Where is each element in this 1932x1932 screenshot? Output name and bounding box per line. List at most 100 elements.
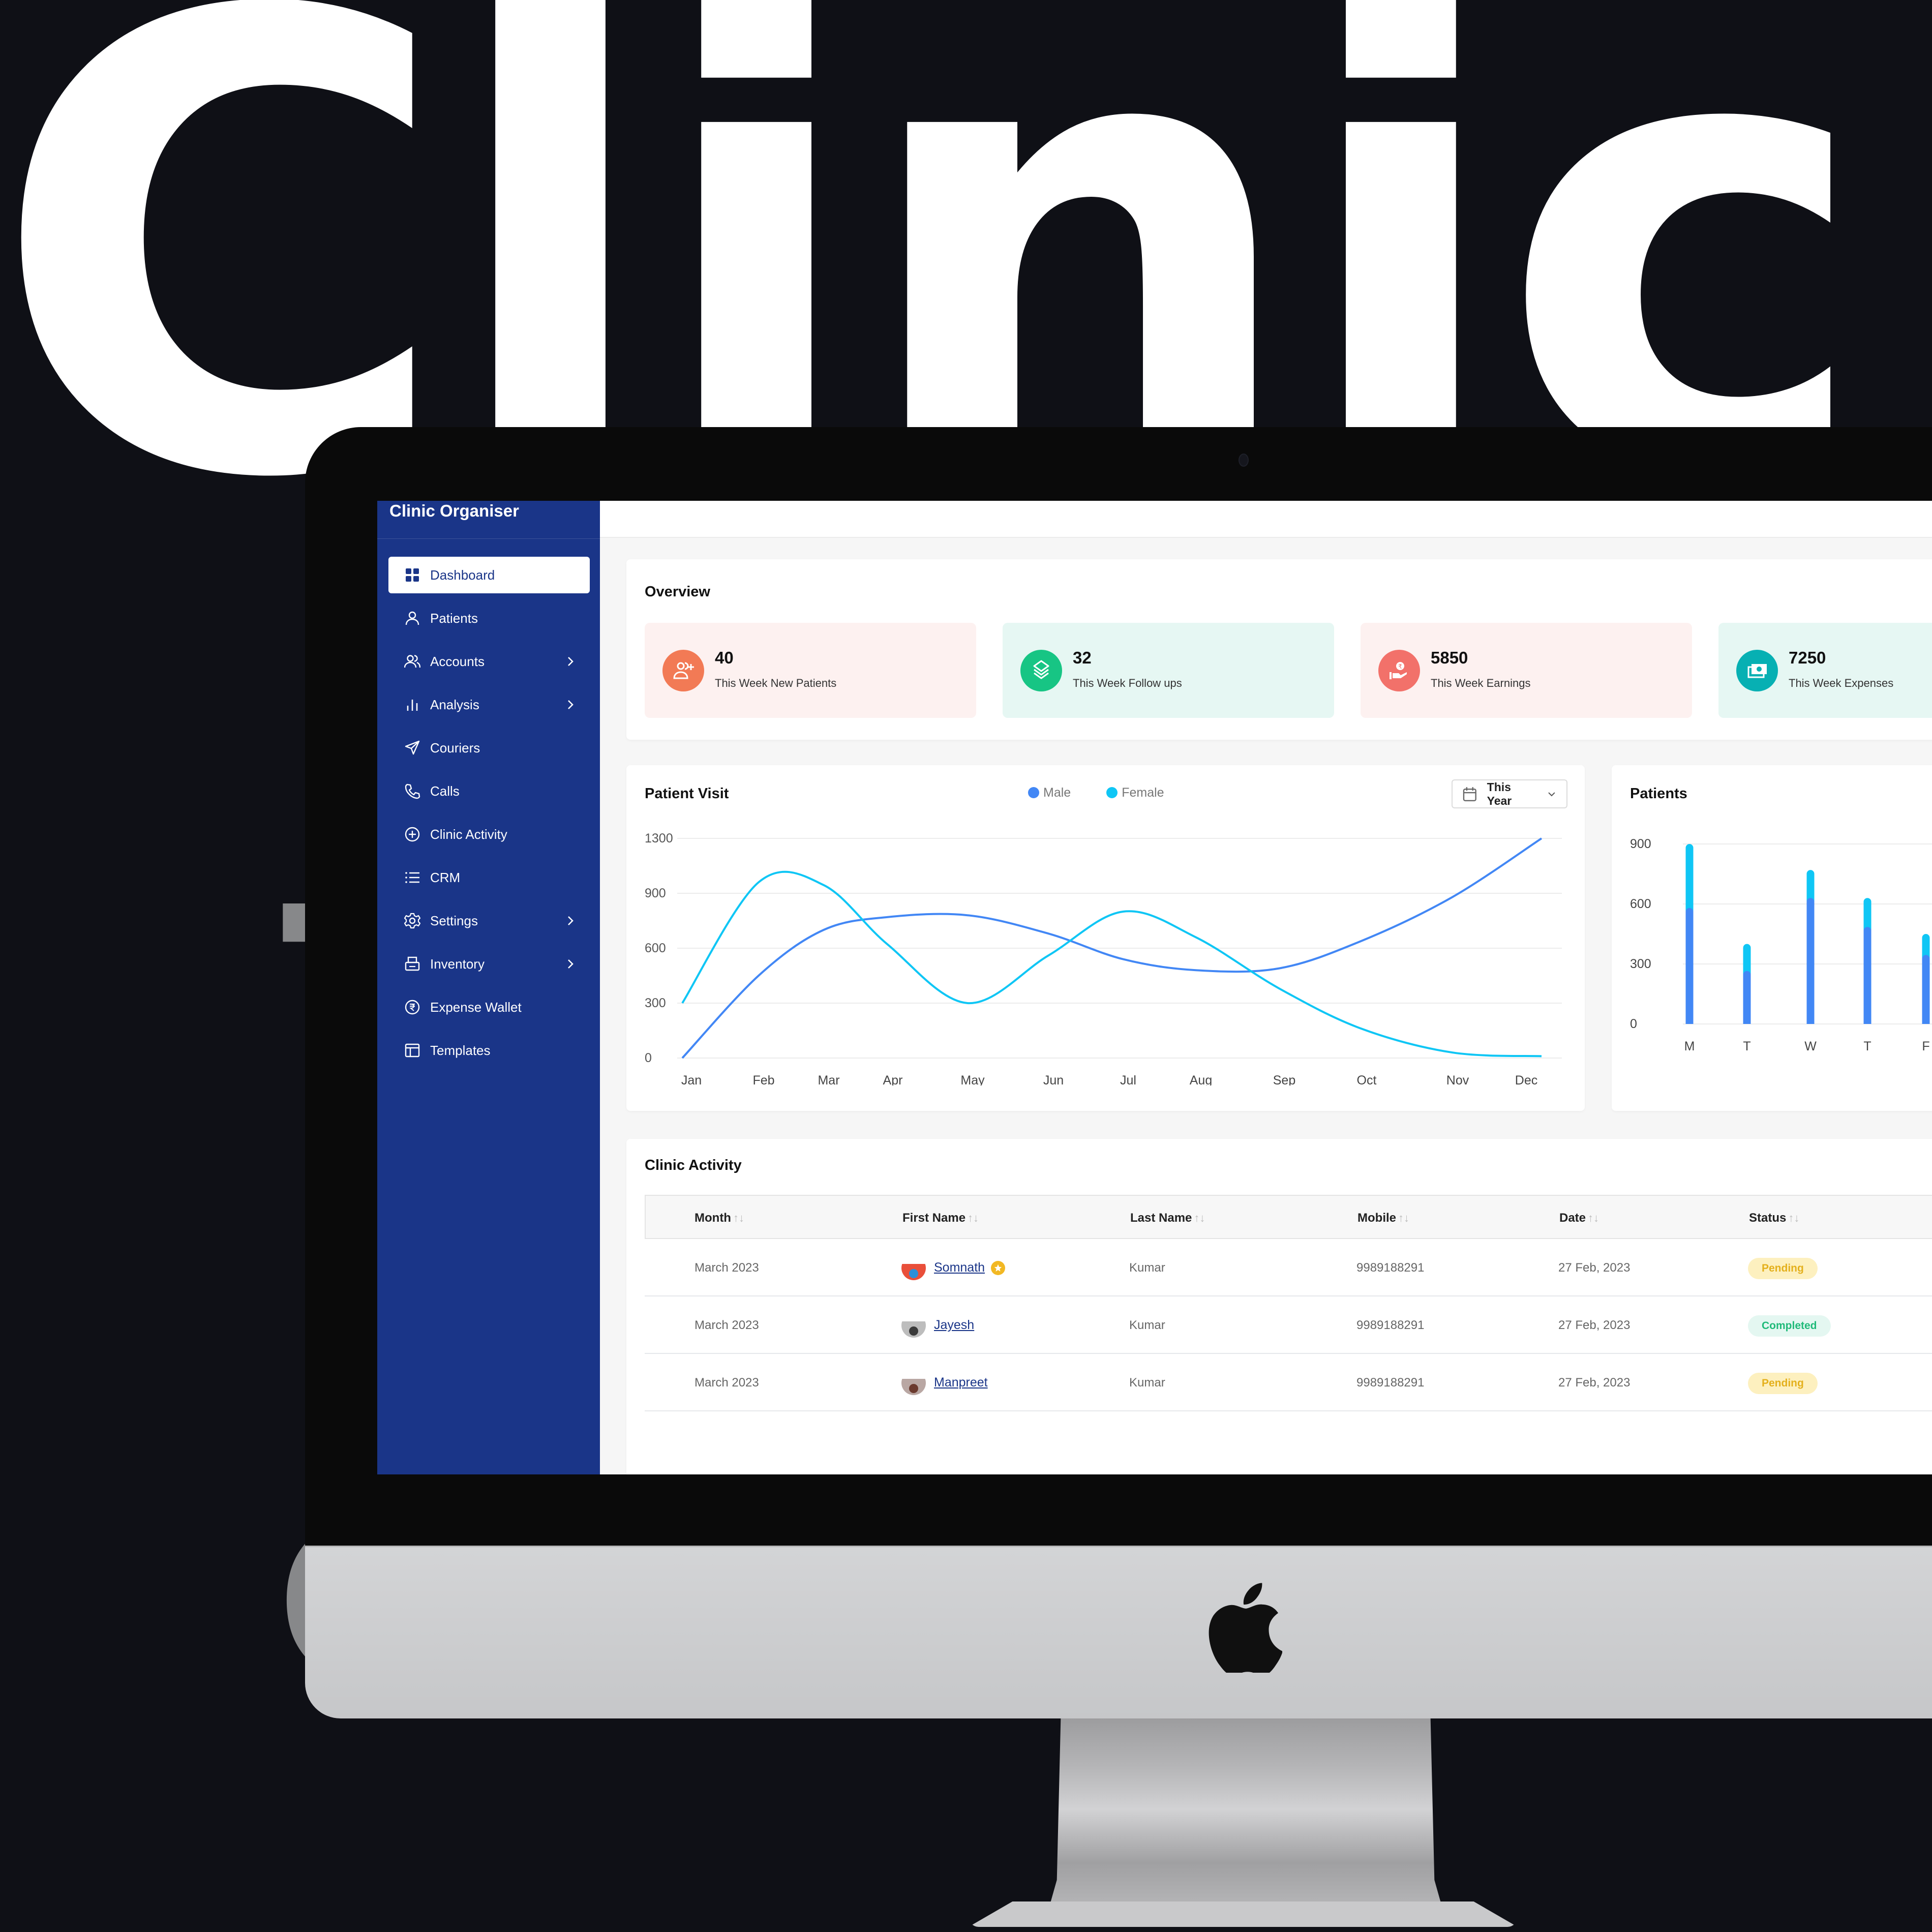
- user-icon: [404, 610, 421, 627]
- user-plus-icon: [673, 662, 694, 679]
- hand-rupee-icon: ₹: [1390, 662, 1407, 679]
- sidebar-item-label: Accounts: [430, 653, 485, 669]
- x-tick-label: Nov: [1446, 1073, 1469, 1085]
- sort-icon: ↑↓: [1194, 1212, 1205, 1224]
- column-header-mobile[interactable]: Mobile ↑↓: [1357, 1196, 1409, 1240]
- chevron-down-icon: [1548, 792, 1555, 796]
- column-label: First Name: [902, 1211, 966, 1225]
- chevron-right-icon: [568, 916, 573, 925]
- sidebar-item-calls[interactable]: Calls: [388, 773, 590, 809]
- status-badge: Pending: [1748, 1372, 1818, 1394]
- table-row[interactable]: March 2023 Jayesh Kumar 9989188291 27 Fe…: [645, 1296, 1932, 1354]
- bar-male-base: [1743, 1020, 1751, 1024]
- screen: Clinic Organiser Dashboard Patients Acco…: [377, 501, 1932, 1474]
- avatar: [901, 1313, 926, 1338]
- monitor-stand-base: [969, 1901, 1518, 1927]
- bar-male: [1806, 898, 1815, 1024]
- x-tick-label: F: [1922, 1039, 1929, 1053]
- sidebar-item-templates[interactable]: Templates: [388, 1032, 590, 1069]
- column-header-first-name[interactable]: First Name ↑↓: [902, 1196, 979, 1240]
- rupee-icon-glyph: [405, 1000, 420, 1015]
- series-line-female: [681, 870, 1542, 1058]
- template-icon-glyph: [405, 1043, 420, 1058]
- sidebar-item-inventory[interactable]: Inventory: [388, 946, 590, 982]
- stat-card[interactable]: 7250 This Week Expenses: [1718, 623, 1932, 718]
- cell-last-name: Kumar: [1129, 1318, 1165, 1332]
- stat-label: This Week Follow ups: [1073, 677, 1182, 689]
- phone-icon: [404, 782, 421, 800]
- grid-icon-glyph: [406, 568, 419, 582]
- column-header-last-name[interactable]: Last Name ↑↓: [1130, 1196, 1205, 1240]
- sidebar-item-clinic-activity[interactable]: Clinic Activity: [388, 816, 590, 853]
- printer-icon: [404, 955, 421, 973]
- patient-name-link[interactable]: Somnath: [934, 1239, 985, 1296]
- sidebar-item-dashboard[interactable]: Dashboard: [388, 557, 590, 593]
- app-brand: Clinic Organiser: [389, 501, 519, 520]
- bar-chart-icon-glyph: [407, 700, 418, 711]
- x-tick-label: Jun: [1043, 1073, 1064, 1085]
- bar-male: [1743, 971, 1751, 1024]
- sidebar-item-patients[interactable]: Patients: [388, 600, 590, 637]
- gear-icon: [404, 912, 421, 929]
- column-header-month[interactable]: Month ↑↓: [695, 1196, 744, 1240]
- legend-item-female[interactable]: Female: [1106, 786, 1164, 800]
- x-tick-label: W: [1804, 1039, 1817, 1053]
- legend-label: Male: [1043, 786, 1071, 800]
- patient-name-link[interactable]: Manpreet: [934, 1354, 988, 1411]
- chevron-right-icon: [568, 657, 573, 666]
- sidebar-item-label: Clinic Activity: [430, 826, 507, 842]
- stat-value: 5850: [1431, 648, 1468, 667]
- sidebar-item-expense-wallet[interactable]: Expense Wallet: [388, 989, 590, 1025]
- overview-title: Overview: [645, 584, 710, 600]
- users-icon-glyph: [404, 655, 420, 668]
- table-row[interactable]: March 2023 Somnath Kumar 9989188291 27 F…: [645, 1239, 1932, 1296]
- sidebar-item-settings[interactable]: Settings: [388, 902, 590, 939]
- sidebar-item-crm[interactable]: CRM: [388, 859, 590, 896]
- bar-chart-icon: [404, 696, 421, 713]
- column-header-date[interactable]: Date ↑↓: [1559, 1196, 1599, 1240]
- bar-male: [1685, 908, 1694, 1024]
- stat-icon-badge: [1020, 650, 1062, 691]
- sidebar: Clinic Organiser Dashboard Patients Acco…: [377, 501, 600, 1474]
- cell-first-name: Jayesh: [901, 1296, 974, 1354]
- x-tick-label: M: [1684, 1039, 1695, 1053]
- sidebar-item-analysis[interactable]: Analysis: [388, 686, 590, 723]
- patient-name-link[interactable]: Jayesh: [934, 1296, 974, 1354]
- sidebar-item-couriers[interactable]: Couriers: [388, 730, 590, 766]
- sidebar-item-label: Patients: [430, 610, 478, 626]
- patient-visit-card: Patient Visit Male Female This Year 0 300…: [626, 765, 1585, 1111]
- sidebar-item-label: Dashboard: [430, 567, 495, 583]
- overview-card: Overview 40 This Week New Patients 32 Th…: [626, 559, 1932, 740]
- patients-title: Patients: [1630, 786, 1687, 802]
- sidebar-item-label: Analysis: [430, 697, 479, 712]
- patients-card: Patients 0 300 600 900 M T W T F: [1612, 765, 1932, 1111]
- grid-icon: [404, 566, 421, 584]
- sidebar-item-accounts[interactable]: Accounts: [388, 643, 590, 680]
- x-tick-label: Sep: [1273, 1073, 1295, 1085]
- sidebar-item-label: Couriers: [430, 740, 480, 756]
- stat-icon-badge: [662, 650, 704, 691]
- layers-icon: [1033, 660, 1049, 679]
- range-select-value: This Year: [1487, 780, 1512, 807]
- users-icon: [404, 653, 421, 670]
- column-label: Last Name: [1130, 1211, 1192, 1225]
- avatar: [901, 1256, 926, 1280]
- user-icon-glyph: [405, 611, 419, 625]
- column-header-status[interactable]: Status ↑↓: [1749, 1196, 1799, 1240]
- sort-icon: ↑↓: [733, 1212, 744, 1224]
- legend-item-male[interactable]: Male: [1028, 786, 1071, 800]
- stat-card[interactable]: 40 This Week New Patients: [645, 623, 976, 718]
- printer-icon-glyph: [405, 956, 420, 971]
- table-body: March 2023 Somnath Kumar 9989188291 27 F…: [645, 1239, 1932, 1411]
- sidebar-item-label: Inventory: [430, 956, 485, 972]
- range-select[interactable]: This Year: [1452, 779, 1567, 808]
- template-icon: [404, 1042, 421, 1059]
- stat-value: 32: [1073, 648, 1092, 667]
- sidebar-item-label: Expense Wallet: [430, 999, 522, 1015]
- gear-icon-glyph: [404, 913, 420, 929]
- stat-card[interactable]: 32 This Week Follow ups: [1003, 623, 1334, 718]
- table-row[interactable]: March 2023 Manpreet Kumar 9989188291 27 …: [645, 1354, 1932, 1411]
- x-tick-label: Jan: [681, 1073, 702, 1085]
- patient-visit-chart: 0 300 600 900 1300 Jan Feb Mar Apr May Jun Jul Aug Se…: [645, 831, 1562, 1085]
- stat-card[interactable]: ₹ 5850 This Week Earnings: [1361, 623, 1692, 718]
